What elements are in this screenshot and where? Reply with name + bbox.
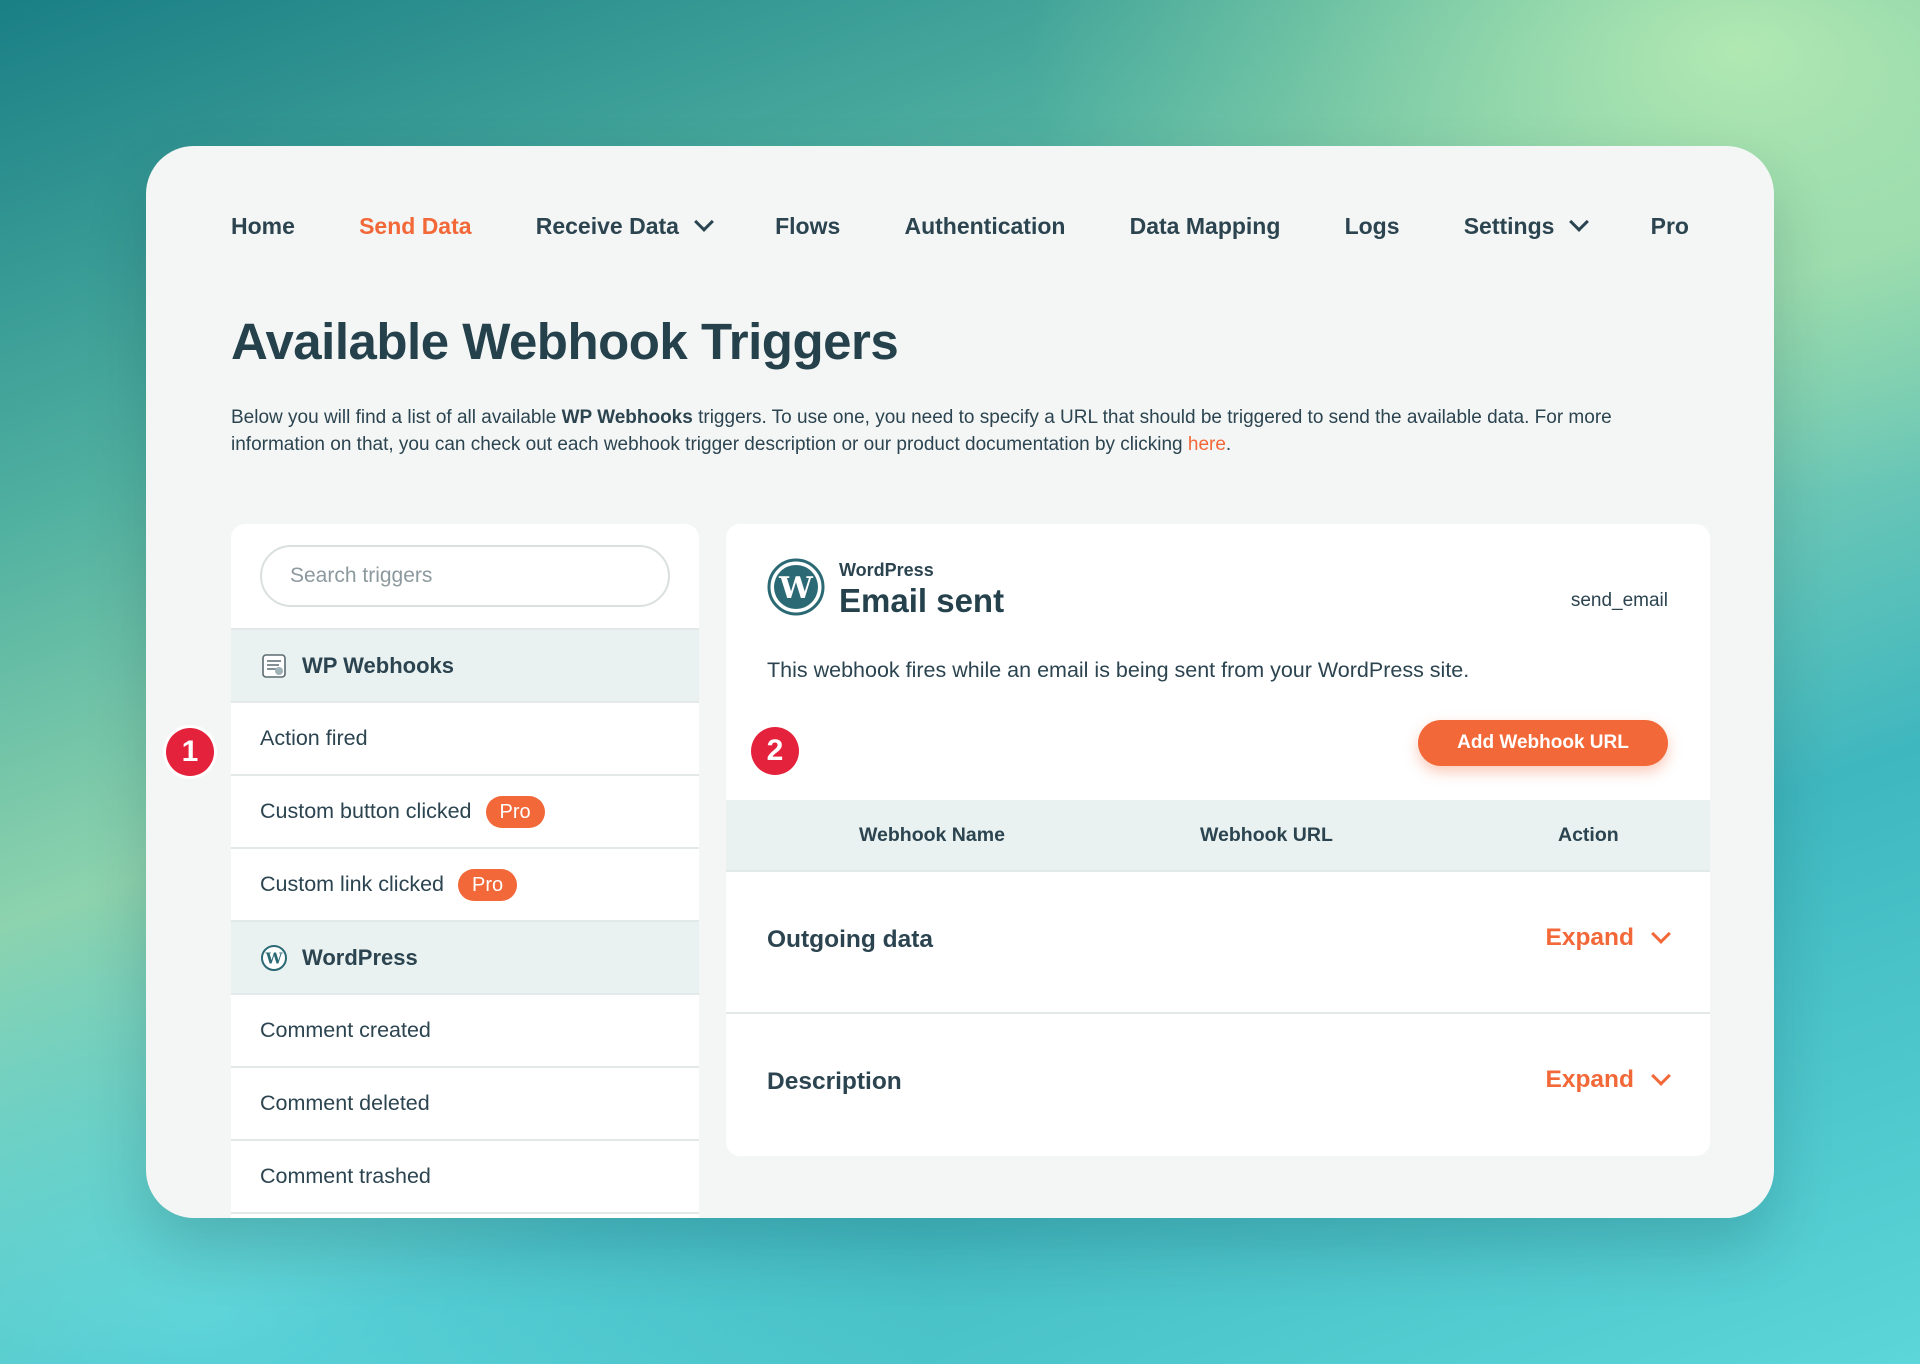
nav-flows[interactable]: Flows xyxy=(775,213,840,240)
nav-receive-data-label: Receive Data xyxy=(535,212,679,239)
expand-button[interactable]: Expand xyxy=(1545,924,1671,952)
search-input[interactable] xyxy=(260,545,670,607)
nav-authentication-label: Authentication xyxy=(904,212,1066,239)
pro-badge: Pro xyxy=(458,868,518,901)
expand-button[interactable]: Expand xyxy=(1545,1066,1671,1094)
column-header-webhook-name[interactable]: Webhook Name xyxy=(859,824,1005,847)
column-header-webhook-url[interactable]: Webhook URL xyxy=(1200,824,1333,847)
trigger-item-custom-button-clicked[interactable]: Custom button clicked Pro xyxy=(231,776,699,849)
wp-webhooks-logo-icon xyxy=(260,652,288,680)
nav-send-data[interactable]: Send Data xyxy=(359,213,471,240)
section-label: Description xyxy=(767,1068,902,1095)
trigger-item-custom-link-clicked[interactable]: Custom link clicked Pro xyxy=(231,849,699,922)
trigger-item-label: Comment deleted xyxy=(260,1091,430,1115)
add-webhook-url-button[interactable]: Add Webhook URL xyxy=(1418,720,1668,766)
desc-end: . xyxy=(1225,434,1232,455)
documentation-link[interactable]: here xyxy=(1188,434,1226,455)
svg-text:W: W xyxy=(778,571,814,606)
nav-data-mapping[interactable]: Data Mapping xyxy=(1130,213,1281,240)
nav-data-mapping-label: Data Mapping xyxy=(1129,212,1281,239)
trigger-item-label: Comment created xyxy=(260,1018,431,1042)
trigger-item-label: Action fired xyxy=(260,726,368,750)
trigger-list-panel: WP Webhooks Action fired Custom button c… xyxy=(231,524,699,1218)
description-section[interactable]: Description Expand xyxy=(726,1014,1710,1156)
pro-badge: Pro xyxy=(485,795,545,828)
nav-home-label: Home xyxy=(231,212,295,239)
nav-flows-label: Flows xyxy=(775,212,841,239)
trigger-item-action-fired[interactable]: Action fired xyxy=(231,703,699,776)
section-label: Outgoing data xyxy=(767,926,934,953)
expand-label: Expand xyxy=(1545,1066,1635,1093)
trigger-item-label: Custom link clicked xyxy=(260,872,444,896)
nav-authentication[interactable]: Authentication xyxy=(904,213,1065,240)
svg-text:W: W xyxy=(265,949,284,967)
desc-bold: WP Webhooks xyxy=(561,407,693,428)
top-navigation: Home Send Data Receive Data Flows Authen… xyxy=(231,196,1689,256)
desc-text: Below you will find a list of all availa… xyxy=(231,407,562,428)
trigger-item-comment-created[interactable]: Comment created xyxy=(231,995,699,1068)
page-title: Available Webhook Triggers xyxy=(231,313,899,370)
expand-label: Expand xyxy=(1545,924,1635,951)
outgoing-data-section[interactable]: Outgoing data Expand xyxy=(726,872,1710,1014)
chevron-down-icon xyxy=(1651,1066,1671,1086)
chevron-down-icon xyxy=(694,212,714,232)
trigger-item-label: Custom button clicked xyxy=(260,799,472,823)
nav-pro[interactable]: Pro xyxy=(1651,213,1689,240)
wordpress-logo-icon: W xyxy=(260,944,288,972)
nav-home[interactable]: Home xyxy=(231,213,295,240)
trigger-name: Email sent xyxy=(839,582,1005,619)
trigger-slug: send_email xyxy=(1570,590,1668,611)
trigger-detail-panel: W WordPress Email sent send_email This w… xyxy=(726,524,1710,1156)
page-description: Below you will find a list of all availa… xyxy=(231,404,1691,458)
app-window: Home Send Data Receive Data Flows Authen… xyxy=(146,146,1774,1218)
group-header-wordpress[interactable]: W WordPress xyxy=(231,922,699,995)
column-header-action[interactable]: Action xyxy=(1558,824,1619,847)
wordpress-logo-icon: W xyxy=(767,558,825,616)
trigger-item-label: Comment trashed xyxy=(260,1164,431,1188)
annotation-marker-2: 2 xyxy=(751,727,799,775)
trigger-item-comment-deleted[interactable]: Comment deleted xyxy=(231,1068,699,1141)
search-container xyxy=(231,524,699,630)
nav-settings[interactable]: Settings xyxy=(1463,212,1590,240)
nav-logs[interactable]: Logs xyxy=(1345,213,1400,240)
trigger-vendor: WordPress xyxy=(839,560,934,580)
nav-receive-data[interactable]: Receive Data xyxy=(535,212,714,240)
nav-settings-label: Settings xyxy=(1463,212,1555,239)
nav-logs-label: Logs xyxy=(1344,212,1400,239)
webhook-table-header: Webhook Name Webhook URL Action xyxy=(726,800,1710,872)
trigger-item-comment-trashed[interactable]: Comment trashed xyxy=(231,1141,699,1214)
group-label: WordPress xyxy=(302,944,418,970)
chevron-down-icon xyxy=(1569,212,1590,232)
annotation-marker-1: 1 xyxy=(166,728,214,776)
group-header-wp-webhooks[interactable]: WP Webhooks xyxy=(231,630,699,703)
trigger-description: This webhook fires while an email is bei… xyxy=(767,658,1470,682)
chevron-down-icon xyxy=(1651,924,1671,944)
nav-pro-label: Pro xyxy=(1650,212,1689,239)
group-label: WP Webhooks xyxy=(302,652,454,678)
nav-send-data-label: Send Data xyxy=(359,212,472,239)
